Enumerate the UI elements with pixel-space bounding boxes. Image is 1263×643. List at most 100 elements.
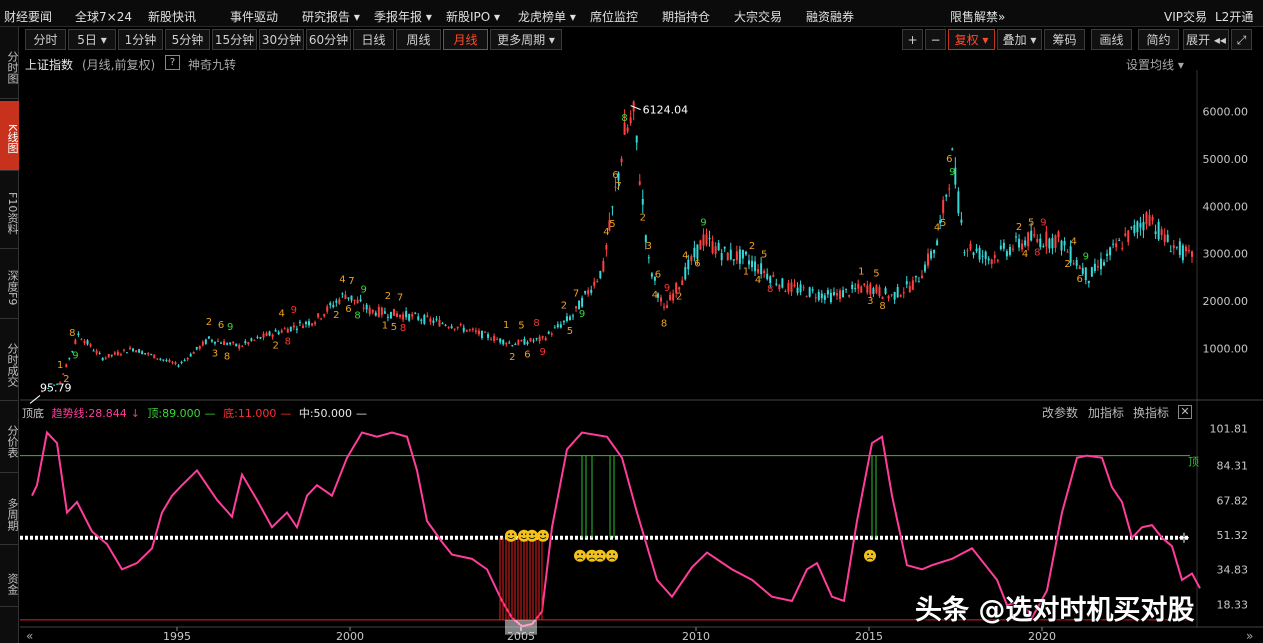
vip-trade-link[interactable]: VIP交易 <box>1164 8 1207 25</box>
menu-finance-news[interactable]: 财经要闻 <box>4 8 52 24</box>
menu-quarterly-report[interactable]: 季报年报 ▾ <box>374 8 432 24</box>
candle-body <box>1002 242 1005 249</box>
period-30min-button[interactable]: 30分钟 <box>259 29 304 50</box>
period-1min-button[interactable]: 1分钟 <box>118 29 163 50</box>
candle-body <box>933 249 936 254</box>
overlay-dropdown[interactable]: 叠加 ▾ <box>997 29 1042 50</box>
nine-turn-marker: 6 <box>612 170 618 181</box>
candle-body <box>1081 267 1084 274</box>
candle-body <box>1130 226 1133 228</box>
candle-body <box>444 324 447 326</box>
candle-body <box>796 287 799 294</box>
candle-body <box>854 288 857 290</box>
sidebar-item-depth-f9[interactable]: 深度F9 <box>0 251 19 319</box>
candle-body <box>189 353 192 357</box>
draw-line-button[interactable]: 画线 <box>1091 29 1132 50</box>
period-week-button[interactable]: 周线 <box>396 29 441 50</box>
top-line-dash: — <box>204 407 216 420</box>
candle-body <box>684 266 687 280</box>
menu-margin-trading[interactable]: 融资融券 <box>806 8 854 24</box>
period-more-button[interactable]: 更多周期 ▾ <box>490 29 562 50</box>
candle-body <box>423 315 426 324</box>
nine-turn-marker: 4 <box>279 309 285 320</box>
menu-lockup-release[interactable]: 限售解禁» <box>950 8 1005 24</box>
menu-futures-position[interactable]: 期指持仓 <box>662 8 710 24</box>
menu-event-driven[interactable]: 事件驱动 <box>230 8 278 24</box>
candle-body <box>153 354 156 359</box>
candle-body <box>999 245 1002 250</box>
candle-body <box>107 353 110 358</box>
candle-body <box>1057 231 1060 238</box>
nine-turn-marker: 9 <box>579 309 585 320</box>
candle-body <box>835 293 838 296</box>
l2-open-link[interactable]: L2开通 <box>1215 8 1253 25</box>
candle-body <box>666 305 669 309</box>
expand-button[interactable]: 展开 ◂◂ <box>1183 29 1229 50</box>
low-price-label: 95.79 <box>40 381 72 394</box>
add-indicator-button[interactable]: 加指标 <box>1088 404 1124 421</box>
nine-turn-marker: 8 <box>354 310 360 321</box>
candle-body <box>611 206 614 208</box>
candle-body <box>1063 241 1066 246</box>
candle-body <box>459 323 462 325</box>
nine-turn-marker: 2 <box>333 310 339 321</box>
candle-body <box>711 241 714 253</box>
nine-turn-marker: 2 <box>561 301 567 312</box>
nine-turn-marker: 9 <box>291 305 297 316</box>
period-month-button[interactable]: 月线 <box>443 29 488 50</box>
nine-turn-marker: 9 <box>539 347 545 358</box>
candle-body <box>726 252 729 261</box>
candle-body <box>289 326 292 331</box>
fuquan-dropdown[interactable]: 复权 ▾ <box>948 29 995 50</box>
simple-mode-button[interactable]: 简约 <box>1138 29 1179 50</box>
candle-body <box>772 275 775 277</box>
zoom-in-button[interactable]: + <box>902 29 923 50</box>
period-day-button[interactable]: 日线 <box>353 29 394 50</box>
sidebar-item-multi-period[interactable]: 多周期 <box>0 475 19 545</box>
sidebar-item-price-table[interactable]: 分价表 <box>0 403 19 473</box>
chips-button[interactable]: 筹码 <box>1044 29 1085 50</box>
zoom-out-button[interactable]: − <box>925 29 946 50</box>
nine-turn-marker: 2 <box>272 340 278 351</box>
sidebar-item-funds[interactable]: 资金 <box>0 547 19 607</box>
candle-body <box>568 316 571 321</box>
menu-ipo[interactable]: 新股IPO ▾ <box>446 8 500 24</box>
period-timeshare-button[interactable]: 分时 <box>25 29 66 50</box>
mid-line-value: 中:50.000 <box>298 407 353 420</box>
candle-body <box>1118 239 1121 241</box>
candle-body <box>550 333 553 335</box>
nine-turn-marker: 1 <box>503 320 509 331</box>
sidebar-item-f10[interactable]: F10资料 <box>0 173 19 249</box>
menu-new-stock-news[interactable]: 新股快讯 <box>148 8 196 24</box>
menu-seat-monitor[interactable]: 席位监控 <box>590 8 638 24</box>
menu-dragon-tiger[interactable]: 龙虎榜单 ▾ <box>518 8 576 24</box>
nine-turn-marker: 1 <box>382 321 388 332</box>
x-axis-label: 2015 <box>855 630 883 642</box>
sidebar-item-timeshare[interactable]: 分时图 <box>0 35 19 99</box>
candle-body <box>1169 251 1172 253</box>
candle-body <box>1030 230 1033 241</box>
period-5min-button[interactable]: 5分钟 <box>165 29 210 50</box>
candle-body <box>201 341 204 346</box>
candle-body <box>529 338 532 342</box>
period-15min-button[interactable]: 15分钟 <box>212 29 257 50</box>
menu-global-724[interactable]: 全球7×24 <box>75 8 132 24</box>
sidebar-item-timeshare-deals[interactable]: 分时成交 <box>0 321 19 401</box>
close-indicator-icon[interactable]: ✕ <box>1178 405 1192 419</box>
change-params-button[interactable]: 改参数 <box>1042 404 1078 421</box>
candle-body <box>605 245 608 250</box>
menu-research-report[interactable]: 研究报告 ▾ <box>302 8 360 24</box>
candle-body <box>972 252 975 256</box>
candle-body <box>65 364 68 368</box>
nine-turn-marker: 2 <box>1064 259 1070 270</box>
indicator-name[interactable]: 顶底 <box>22 407 44 420</box>
period-5day-button[interactable]: 5日 ▾ <box>68 29 116 50</box>
period-60min-button[interactable]: 60分钟 <box>306 29 351 50</box>
menu-block-trade[interactable]: 大宗交易 <box>734 8 782 24</box>
chart-canvas[interactable]: 1289236892489 24678912578 1256892579456782… <box>20 52 1263 642</box>
sidebar-item-kline[interactable]: K线图 <box>0 101 19 171</box>
nine-turn-marker: 6 <box>345 304 351 315</box>
switch-indicator-button[interactable]: 换指标 <box>1133 404 1169 421</box>
nine-turn-marker: 2 <box>1016 222 1022 233</box>
fullscreen-icon[interactable]: ⤢ <box>1231 29 1252 50</box>
